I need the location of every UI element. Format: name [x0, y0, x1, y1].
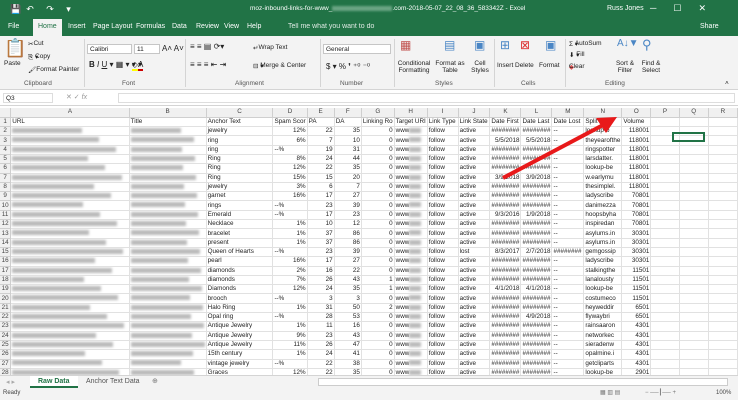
sheet-nav-arrows[interactable]: ◂ ▸ — [6, 378, 15, 386]
sheet-tabs-bar: ◂ ▸ Raw Data Anchor Text Data ⊕ — [0, 375, 738, 388]
view-mode-icons[interactable]: ▦ ▥ ▤ — [600, 389, 620, 396]
status-ready: Ready — [3, 390, 21, 396]
add-sheet-icon[interactable]: ⊕ — [152, 377, 158, 385]
status-bar: Ready ▦ ▥ ▤ − ──┃── + 100% — [0, 388, 738, 400]
zoom-slider[interactable]: − ──┃── + — [645, 389, 676, 396]
sheet-tab-raw-data[interactable]: Raw Data — [30, 376, 78, 388]
red-arrow-annotation — [502, 117, 617, 180]
sheet-tab-anchor-text-data[interactable]: Anchor Text Data — [86, 378, 140, 385]
horizontal-scrollbar[interactable] — [318, 378, 728, 386]
zoom-level[interactable]: 100% — [716, 390, 731, 396]
